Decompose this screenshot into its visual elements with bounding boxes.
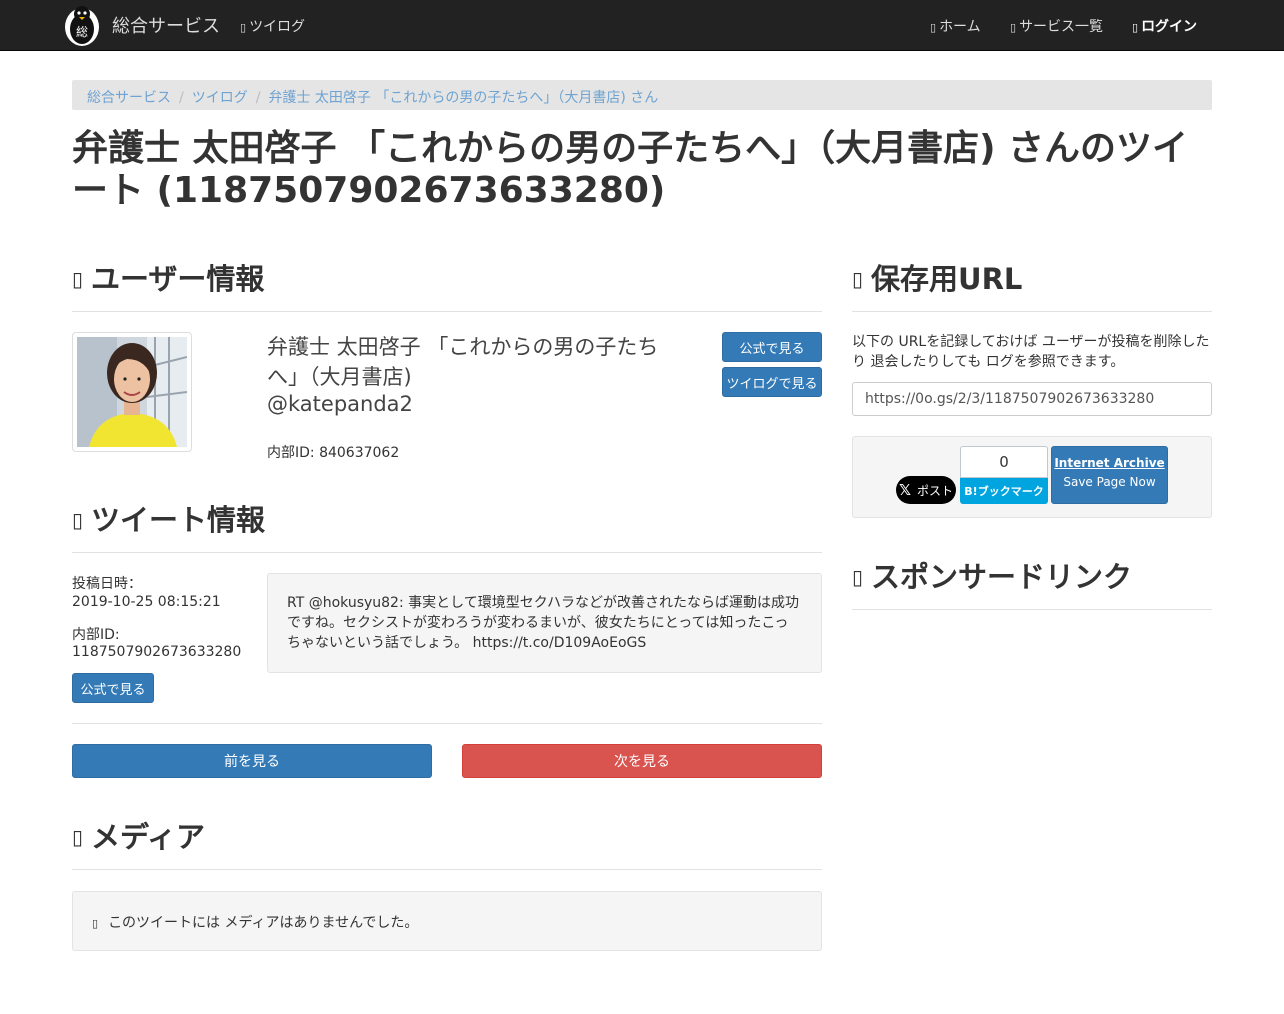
- list-icon: ▯: [240, 21, 247, 34]
- archive-url-description: 以下の URLを記録しておけば ユーザーが投稿を削除したり 退会したりしても ロ…: [852, 334, 1210, 370]
- tweet-id-value: 1187507902673633280: [72, 644, 242, 660]
- divider: [852, 609, 1212, 610]
- divider: [852, 311, 1212, 312]
- picture-icon: ▯: [72, 825, 84, 849]
- page-title: 弁護士 太田啓子 「これからの男の子たちへ」（大月書店) さんのツイート (11…: [72, 128, 1189, 211]
- x-post-label: ポスト: [917, 483, 954, 498]
- logo-char: 総: [76, 25, 88, 39]
- link-icon: ▯: [852, 565, 864, 589]
- posted-at-label: 投稿日時：: [72, 576, 142, 592]
- avatar-image: [77, 337, 187, 447]
- breadcrumb-item-home[interactable]: 総合サービス: [87, 90, 171, 106]
- tweet-id-label: 内部ID:: [72, 627, 120, 643]
- divider: [72, 869, 822, 870]
- divider: [72, 311, 822, 312]
- view-official-user-button[interactable]: 公式で見る: [722, 332, 822, 362]
- archive-url-field[interactable]: [852, 382, 1212, 416]
- breadcrumb-item-twilog[interactable]: ツイログ: [192, 90, 248, 106]
- user-info-heading: ▯ ユーザー情報: [72, 256, 264, 298]
- tweet-info-heading-text: ツイート情報: [91, 503, 266, 537]
- nav-services-label: サービス一覧: [1019, 19, 1104, 35]
- user-handle: @katepanda2: [267, 392, 413, 416]
- nav-login[interactable]: ▯ ログイン: [1132, 16, 1197, 36]
- nav-services[interactable]: ▯ サービス一覧: [1010, 16, 1103, 36]
- sponsor-heading: ▯ スポンサードリンク: [852, 554, 1132, 596]
- x-logo-icon: 𝕏: [898, 481, 912, 499]
- avatar: [72, 332, 192, 452]
- top-navbar: 総 総合サービス ▯ ツイログ ▯ ホーム ▯ サービス一覧 ▯ ログイン: [0, 0, 1284, 51]
- hatena-bookmark-button[interactable]: B!ブックマーク: [960, 478, 1048, 504]
- hatena-count: 0: [960, 446, 1048, 478]
- bookmark-icon: ▯: [852, 267, 864, 291]
- archive-url-heading: ▯ 保存用URL: [852, 256, 1022, 298]
- internet-archive-button[interactable]: Internet Archive Save Page Now: [1051, 446, 1168, 504]
- user-info-heading-text: ユーザー情報: [91, 262, 265, 296]
- login-icon: ▯: [1132, 21, 1139, 34]
- hatena-bookmark-widget[interactable]: 0 B!ブックマーク: [960, 446, 1048, 504]
- home-icon: ▯: [930, 21, 937, 34]
- media-empty-notice: ▯ このツイートには メディアはありませんでした。: [72, 891, 822, 951]
- media-heading: ▯ メディア: [72, 814, 205, 856]
- user-internal-id: 内部ID: 840637062: [267, 445, 400, 461]
- divider: [72, 723, 822, 724]
- x-post-button[interactable]: 𝕏 ポスト: [896, 476, 956, 504]
- nav-twilog-label: ツイログ: [249, 19, 306, 35]
- th-list-icon: ▯: [1010, 21, 1017, 34]
- breadcrumb-item-user[interactable]: 弁護士 太田啓子 「これからの男の子たちへ」（大月書店) さん: [268, 90, 658, 106]
- breadcrumb-separator: /: [255, 90, 261, 106]
- view-official-tweet-button[interactable]: 公式で見る: [72, 673, 154, 703]
- user-icon: ▯: [72, 267, 84, 291]
- next-tweet-button[interactable]: 次を見る: [462, 744, 822, 778]
- user-display-name: 弁護士 太田啓子 「これからの男の子たちへ」（大月書店): [267, 335, 659, 389]
- nav-home[interactable]: ▯ ホーム: [930, 16, 981, 36]
- sponsor-heading-text: スポンサードリンク: [871, 560, 1133, 594]
- breadcrumb: 総合サービス / ツイログ / 弁護士 太田啓子 「これからの男の子たちへ」（大月書店)…: [72, 80, 1212, 110]
- nav-login-label: ログイン: [1141, 19, 1198, 35]
- nav-twilog[interactable]: ▯ ツイログ: [240, 16, 305, 36]
- tweet-text: RT @hokusyu82: 事実として環境型セクハラなどが改善されたならば運動…: [267, 573, 822, 673]
- breadcrumb-separator: /: [179, 90, 184, 106]
- posted-at-value: 2019-10-25 08:15:21: [72, 594, 221, 610]
- divider: [72, 552, 822, 553]
- internet-archive-subtitle: Save Page Now: [1063, 475, 1156, 489]
- brand-name: 総合サービス: [112, 16, 220, 37]
- internet-archive-title: Internet Archive: [1054, 456, 1165, 470]
- media-heading-text: メディア: [91, 820, 205, 854]
- info-icon: ▯: [92, 917, 99, 930]
- penguin-logo-icon: 総: [65, 6, 99, 46]
- nav-home-label: ホーム: [939, 19, 981, 35]
- archive-url-heading-text: 保存用URL: [871, 262, 1023, 296]
- media-empty-text: このツイートには メディアはありませんでした。: [108, 915, 419, 931]
- comment-icon: ▯: [72, 508, 84, 532]
- brand-link[interactable]: 総 総合サービス: [60, 2, 220, 48]
- prev-tweet-button[interactable]: 前を見る: [72, 744, 432, 778]
- view-twilog-button[interactable]: ツイログで見る: [722, 367, 822, 397]
- tweet-info-heading: ▯ ツイート情報: [72, 497, 265, 539]
